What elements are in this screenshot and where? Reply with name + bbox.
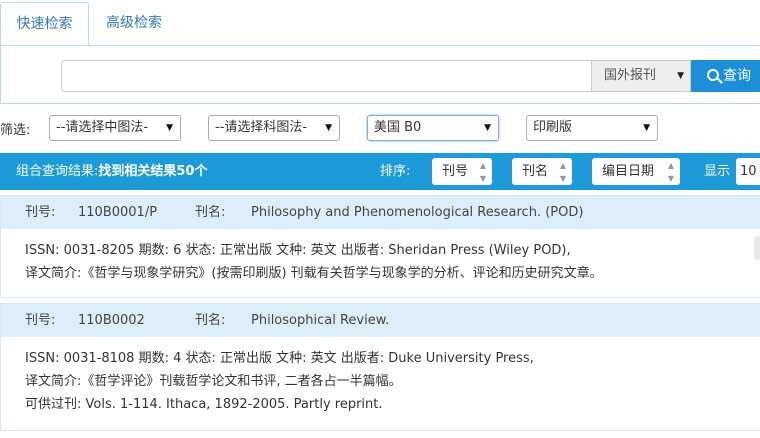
result-card-header: 刊号: 110B0001/P 刊名: Philosophy and Phenom… [1,196,760,229]
result-card: 刊号: 110B0002 刊名: Philosophical Review. I… [0,303,760,431]
format-select[interactable]: 印刷版 ▼ [526,115,658,141]
sort-by-date-label: 编目日期 [602,164,655,179]
country-select-value: 美国 B0 [374,120,422,135]
record-detail: ISSN: 0031-8108 期数: 4 状态: 正常出版 文种: 英文 出版… [25,351,534,366]
sort-by-id-button[interactable]: 刊号 ▲ ▼ [432,158,492,185]
record-id[interactable]: 110B0002 [78,304,145,337]
result-card-body: ISSN: 0031-8205 期数: 6 状态: 正常出版 文种: 英文 出版… [1,229,760,285]
sort-arrows-icon: ▲ ▼ [559,161,566,183]
caret-down-icon: ▼ [484,123,491,133]
tab-advanced-search[interactable]: 高级检索 [90,2,178,46]
results-prefix: 组合查询结果: [16,164,99,179]
search-input[interactable] [61,60,593,92]
country-select[interactable]: 美国 B0 ▼ [367,115,499,141]
clc-select[interactable]: --请选择中图法- ▼ [49,115,181,141]
filter-label: 筛选: [0,123,31,138]
sort-by-id-label: 刊号 [442,164,469,179]
caret-down-icon: ▼ [677,71,684,81]
results-summary: 组合查询结果:找到相关结果50个 [16,153,207,190]
sort-arrows-icon: ▲ ▼ [667,161,674,183]
sci-select-value: --请选择科图法- [215,120,308,135]
sort-arrows-icon: ▲ ▼ [479,161,486,183]
sort-by-title-button[interactable]: 刊名 ▲ ▼ [512,158,572,185]
record-summary: 译文简介:《哲学评论》刊载哲学论文和书评, 二者各占一半篇幅。 [25,374,402,389]
search-panel: 国外报刊 ▼ 查询 [0,45,760,104]
results-count: 找到相关结果50个 [98,164,208,179]
sci-select[interactable]: --请选择科图法- ▼ [208,115,340,141]
caret-down-icon: ▼ [325,123,332,133]
search-button[interactable]: 查询 [691,60,760,92]
result-card-header: 刊号: 110B0002 刊名: Philosophical Review. [1,304,760,337]
record-holdings: 可供过刊: Vols. 1-114. Ithaca, 1892-2005. Pa… [25,397,383,412]
sort-by-date-button[interactable]: 编目日期 ▲ ▼ [592,158,680,185]
record-summary: 译文简介:《哲学与现象学研究》(按需印刷版) 刊载有关哲学与现象学的分析、评论和… [25,266,603,281]
record-id[interactable]: 110B0001/P [78,196,157,229]
search-tabs: 快速检索 高级检索 [0,0,760,47]
results-bar: 组合查询结果:找到相关结果50个 排序: 刊号 ▲ ▼ 刊名 ▲ ▼ 编目日期 ▲ ▼… [0,153,760,190]
side-handle [754,236,760,260]
record-title[interactable]: Philosophy and Phenomenological Research… [251,196,583,229]
caret-down-icon: ▼ [166,123,173,133]
record-id-label: 刊号: [25,205,56,220]
page-size-label: 显示 [704,164,731,179]
search-scope-select[interactable]: 国外报刊 ▼ [591,60,691,92]
record-id-label: 刊号: [25,313,56,328]
tab-quick-search[interactable]: 快速检索 [0,2,89,47]
sort-by-title-label: 刊名 [522,164,549,179]
result-card: 刊号: 110B0001/P 刊名: Philosophy and Phenom… [0,195,760,298]
sort-label: 排序: [380,164,411,179]
record-title-label: 刊名: [195,205,226,220]
record-title[interactable]: Philosophical Review. [251,304,389,337]
record-detail: ISSN: 0031-8205 期数: 6 状态: 正常出版 文种: 英文 出版… [25,243,571,258]
format-select-value: 印刷版 [533,120,573,135]
caret-down-icon: ▼ [643,123,650,133]
search-icon [707,69,719,81]
record-title-label: 刊名: [195,313,226,328]
clc-select-value: --请选择中图法- [56,120,149,135]
search-button-label: 查询 [723,68,751,84]
result-card-body: ISSN: 0031-8108 期数: 4 状态: 正常出版 文种: 英文 出版… [1,337,760,416]
search-scope-value: 国外报刊 [604,68,657,83]
page-size-select[interactable]: 10 [736,158,760,185]
